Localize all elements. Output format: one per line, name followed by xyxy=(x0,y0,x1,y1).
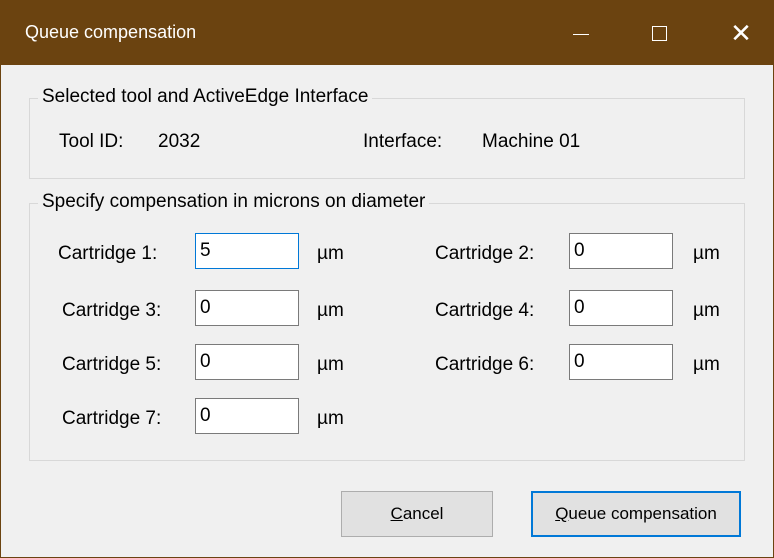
cartridge-4-label: Cartridge 4: xyxy=(435,300,535,321)
cartridge-3-input[interactable] xyxy=(195,290,299,326)
close-button[interactable]: ✕ xyxy=(709,1,773,65)
title-bar[interactable]: Queue compensation ✕ xyxy=(1,1,773,65)
cartridge-5-input[interactable] xyxy=(195,344,299,380)
maximize-button[interactable] xyxy=(627,1,691,65)
tool-id-value: 2032 xyxy=(158,131,201,152)
window-title: Queue compensation xyxy=(25,22,197,42)
interface-label: Interface: xyxy=(363,131,443,152)
queue-mnemonic: Q xyxy=(555,504,569,523)
cartridge-3-unit: µm xyxy=(317,300,344,321)
cartridge-1-unit: µm xyxy=(317,243,344,264)
cartridge-6-input[interactable] xyxy=(569,344,673,380)
cartridge-3-label: Cartridge 3: xyxy=(62,300,162,321)
queue-compensation-button[interactable]: Queue compensation xyxy=(531,491,741,537)
cancel-mnemonic: C xyxy=(390,504,403,523)
tool-id-label: Tool ID: xyxy=(59,131,124,152)
cartridge-6-unit: µm xyxy=(693,354,720,375)
compensation-legend: Specify compensation in microns on diame… xyxy=(38,191,430,213)
cartridge-4-input[interactable] xyxy=(569,290,673,326)
cartridge-5-unit: µm xyxy=(317,354,344,375)
cancel-label-rest: ancel xyxy=(402,504,444,523)
cartridge-6-label: Cartridge 6: xyxy=(435,354,535,375)
cartridge-2-label: Cartridge 2: xyxy=(435,243,535,264)
cartridge-4-unit: µm xyxy=(693,300,720,321)
interface-value: Machine 01 xyxy=(482,131,581,152)
cartridge-7-input[interactable] xyxy=(195,398,299,434)
minimize-button[interactable] xyxy=(549,1,613,65)
selected-tool-legend: Selected tool and ActiveEdge Interface xyxy=(38,86,373,108)
queue-compensation-dialog: Queue compensation ✕ Selected tool and A… xyxy=(0,0,774,558)
queue-label-rest: ueue compensation xyxy=(568,504,717,523)
minimize-icon xyxy=(573,33,589,35)
cartridge-7-unit: µm xyxy=(317,408,344,429)
cancel-button[interactable]: Cancel xyxy=(341,491,493,537)
maximize-icon xyxy=(651,25,667,41)
cartridge-5-label: Cartridge 5: xyxy=(62,354,162,375)
cartridge-1-label: Cartridge 1: xyxy=(58,243,158,264)
close-icon: ✕ xyxy=(730,18,752,48)
cartridge-2-input[interactable] xyxy=(569,233,673,269)
cartridge-7-label: Cartridge 7: xyxy=(62,408,162,429)
cartridge-2-unit: µm xyxy=(693,243,720,264)
cartridge-1-input[interactable] xyxy=(195,233,299,269)
